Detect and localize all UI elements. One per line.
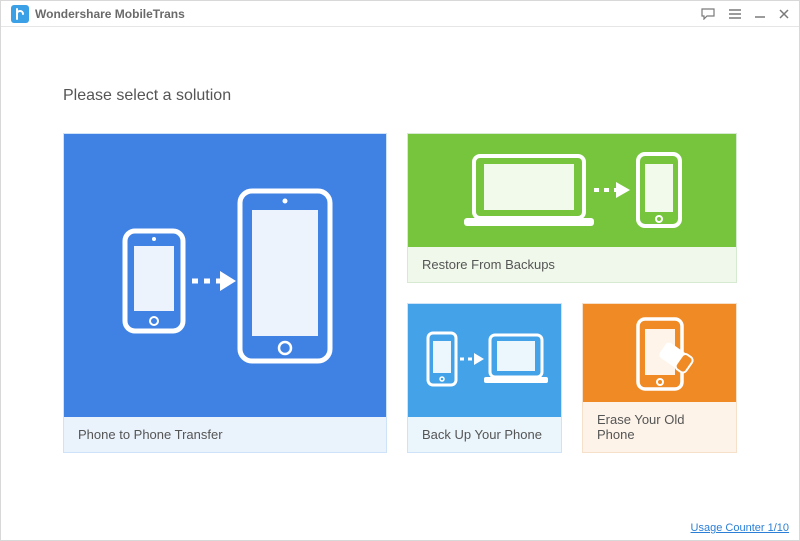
phone-to-phone-icon <box>64 134 386 417</box>
minimize-icon[interactable] <box>755 9 765 19</box>
close-icon[interactable] <box>779 9 789 19</box>
card-label: Phone to Phone Transfer <box>64 417 386 452</box>
card-label: Erase Your Old Phone <box>583 402 736 452</box>
card-restore[interactable]: Restore From Backups <box>407 133 737 283</box>
titlebar: Wondershare MobileTrans <box>1 1 799 27</box>
page-heading: Please select a solution <box>63 87 737 105</box>
card-erase[interactable]: Erase Your Old Phone <box>582 303 737 453</box>
card-backup[interactable]: Back Up Your Phone <box>407 303 562 453</box>
backup-icon <box>408 304 561 417</box>
app-logo-icon <box>11 5 29 23</box>
card-phone-to-phone[interactable]: Phone to Phone Transfer <box>63 133 387 453</box>
usage-counter-link[interactable]: Usage Counter 1/10 <box>691 522 789 534</box>
menu-icon[interactable] <box>729 9 741 19</box>
erase-icon <box>583 304 736 402</box>
app-title: Wondershare MobileTrans <box>35 7 185 21</box>
restore-icon <box>408 134 736 247</box>
card-label: Restore From Backups <box>408 247 736 282</box>
card-label: Back Up Your Phone <box>408 417 561 452</box>
feedback-icon[interactable] <box>701 8 715 20</box>
